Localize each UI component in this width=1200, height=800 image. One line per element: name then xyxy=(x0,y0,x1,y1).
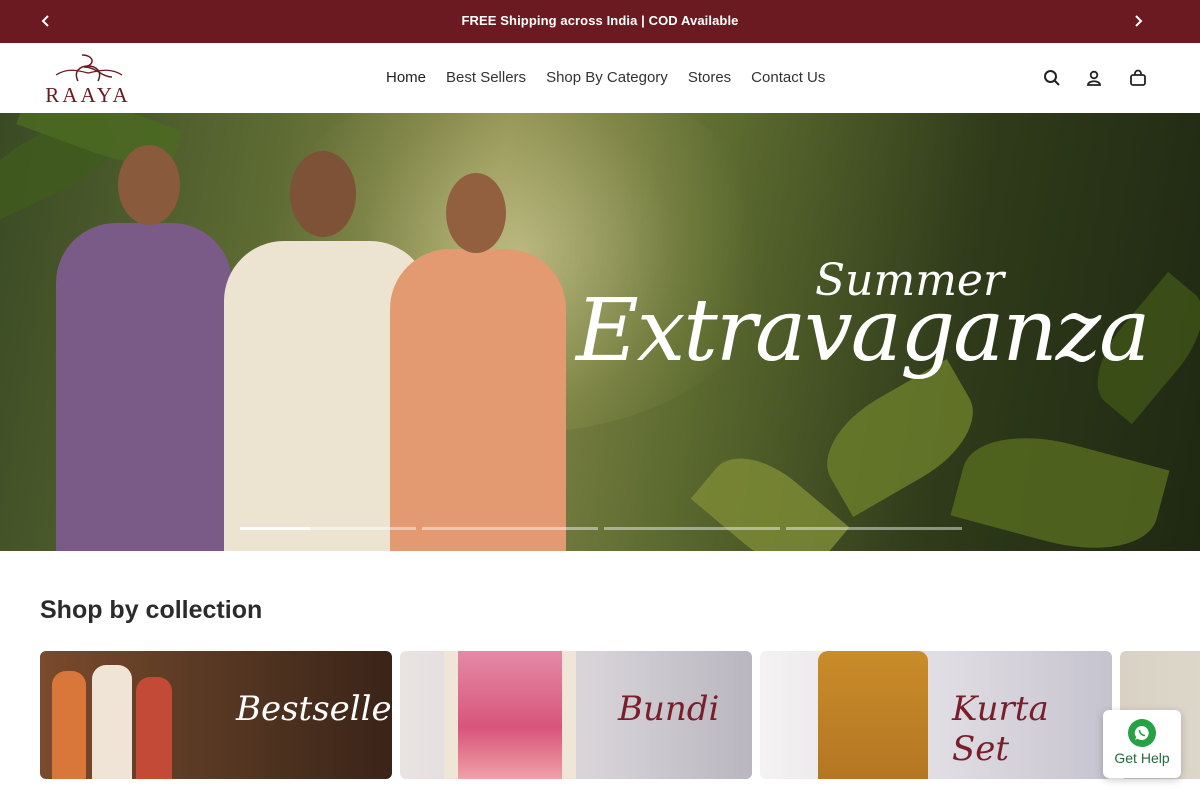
site-header: RAAYA Home Best Sellers Shop By Category… xyxy=(0,43,1200,113)
chevron-right-icon[interactable] xyxy=(1128,11,1148,31)
model-head xyxy=(290,151,356,237)
get-help-button[interactable]: Get Help xyxy=(1103,710,1181,778)
slide-indicator-3[interactable] xyxy=(604,527,780,530)
collection-card-bestsellers[interactable]: Bestsellers xyxy=(40,651,392,779)
main-nav: Home Best Sellers Shop By Category Store… xyxy=(376,69,835,86)
nav-stores[interactable]: Stores xyxy=(678,69,741,86)
logo-wordmark: RAAYA xyxy=(45,83,131,107)
brand-logo[interactable]: RAAYA xyxy=(38,51,138,107)
collection-label-bundi: Bundi xyxy=(618,689,720,729)
model-red-kurta xyxy=(136,677,172,779)
whatsapp-icon xyxy=(1128,719,1156,747)
model-peach-kurta xyxy=(390,249,566,551)
model-orange-kurta xyxy=(52,671,86,779)
announcement-message: FREE Shipping across India | COD Availab… xyxy=(461,13,739,28)
account-icon[interactable] xyxy=(1083,67,1105,89)
collection-label-bestsellers: Bestsellers xyxy=(236,689,392,729)
logo-emblem-icon xyxy=(55,54,123,82)
tropical-leaf xyxy=(950,418,1170,551)
nav-shop-by-category[interactable]: Shop By Category xyxy=(536,69,678,86)
model-head xyxy=(446,173,506,253)
collection-card-kurta-set[interactable]: Kurta Set xyxy=(760,651,1112,779)
model-pink-bundi xyxy=(458,651,562,779)
tropical-leaf xyxy=(690,437,850,551)
announcement-bar: FREE Shipping across India | COD Availab… xyxy=(0,0,1200,43)
model-head xyxy=(118,145,180,225)
collections-carousel: Bestsellers Bundi Kurta Set xyxy=(40,651,1200,779)
search-icon[interactable] xyxy=(1041,67,1063,89)
hero-banner[interactable]: Summer Extravaganza xyxy=(0,113,1200,551)
model-cream-kurta xyxy=(92,665,132,779)
cart-icon[interactable] xyxy=(1127,67,1149,89)
slide-indicator-4[interactable] xyxy=(786,527,962,530)
model-purple-kurta xyxy=(56,223,232,551)
slide-progress-fill xyxy=(240,527,311,530)
slide-indicator-1[interactable] xyxy=(240,527,416,530)
nav-home[interactable]: Home xyxy=(376,69,436,86)
hero-headline-big: Extravaganza xyxy=(576,281,1150,381)
nav-best-sellers[interactable]: Best Sellers xyxy=(436,69,536,86)
nav-contact-us[interactable]: Contact Us xyxy=(741,69,835,86)
collections-title: Shop by collection xyxy=(40,596,263,624)
collection-label-kurta-set: Kurta Set xyxy=(952,689,1049,769)
model-mustard-kurta xyxy=(818,651,928,779)
slide-indicator-2[interactable] xyxy=(422,527,598,530)
slide-progress xyxy=(240,527,962,530)
collection-card-bundi[interactable]: Bundi xyxy=(400,651,752,779)
get-help-label: Get Help xyxy=(1114,750,1170,766)
